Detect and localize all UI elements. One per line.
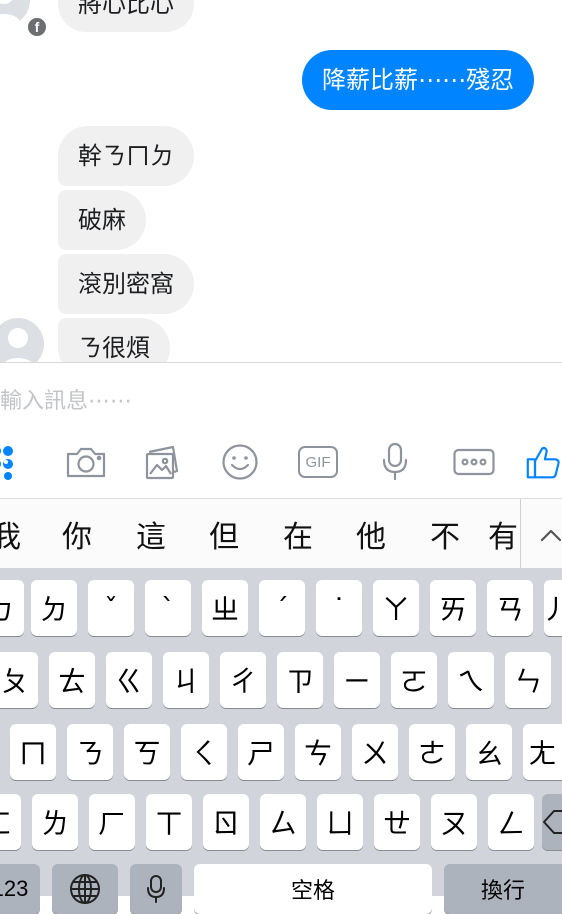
message-bubble-incoming[interactable]: 破麻 [58, 190, 146, 250]
key[interactable]: ㄢ [487, 580, 533, 636]
key[interactable]: ㄍ [106, 652, 152, 708]
key[interactable]: ㄐ [163, 652, 209, 708]
backspace-key[interactable] [542, 794, 562, 850]
key[interactable]: ㄧ [334, 652, 380, 708]
person-silhouette-icon [0, 318, 44, 362]
key[interactable]: ㄔ [220, 652, 266, 708]
key[interactable]: ㄘ [295, 724, 341, 780]
candidate-word[interactable]: 這 [125, 499, 177, 569]
key[interactable]: ㄎ [124, 724, 170, 780]
key[interactable]: ㄊ [49, 652, 95, 708]
globe-icon [70, 874, 100, 904]
numbers-key-label: 123 [0, 876, 29, 901]
candidate-word[interactable]: 你 [51, 499, 103, 569]
facebook-f-icon: f [26, 16, 48, 38]
message-bubble-incoming[interactable]: 幹ㄋㄇㄉ [58, 126, 194, 186]
return-key[interactable]: 換行 [444, 864, 562, 914]
key[interactable]: ㄤ [523, 724, 562, 780]
key[interactable]: ˊ [259, 580, 305, 636]
key[interactable]: ㄩ [317, 794, 363, 850]
candidate-word[interactable]: 有 [488, 499, 520, 569]
key[interactable]: ㄦ [544, 580, 562, 636]
key[interactable]: ㄗ [277, 652, 323, 708]
key[interactable]: ㄖ [203, 794, 249, 850]
contact-avatar[interactable] [0, 0, 30, 26]
candidate-divider [520, 499, 521, 569]
candidate-word[interactable]: 但 [198, 499, 250, 569]
contact-avatar[interactable] [0, 318, 44, 362]
key[interactable]: ㄇ [10, 724, 56, 780]
globe-key[interactable] [52, 864, 118, 914]
key[interactable]: ㄝ [374, 794, 420, 850]
like-icon[interactable] [526, 441, 562, 483]
key[interactable]: ㄥ [488, 794, 534, 850]
numbers-key[interactable]: 123 [0, 864, 40, 914]
key[interactable]: ㄒ [146, 794, 192, 850]
apps-icon[interactable] [0, 441, 26, 483]
key[interactable]: ㄕ [238, 724, 284, 780]
key[interactable]: ㄜ [409, 724, 455, 780]
key[interactable]: ㄣ [505, 652, 551, 708]
key[interactable]: ㄠ [466, 724, 512, 780]
key[interactable]: ㄞ [430, 580, 476, 636]
key[interactable]: ㄅ [0, 580, 24, 636]
candidate-bar: 我 你 這 但 在 他 不 有 [0, 498, 562, 569]
key[interactable]: ㄛ [391, 652, 437, 708]
key[interactable]: ㄋ [67, 724, 113, 780]
candidate-word[interactable]: 在 [272, 499, 324, 569]
dictation-key[interactable] [130, 864, 182, 914]
person-silhouette-icon [0, 0, 30, 26]
gif-label: GIF [298, 446, 338, 478]
key[interactable]: ㄈ [0, 794, 21, 850]
candidate-word[interactable]: 我 [0, 499, 32, 569]
emoji-icon[interactable] [220, 441, 260, 483]
key[interactable]: ㄚ [373, 580, 419, 636]
key[interactable]: ㄓ [202, 580, 248, 636]
microphone-icon[interactable] [378, 441, 412, 483]
gif-icon[interactable]: GIF [296, 441, 340, 483]
key[interactable]: ㄌ [32, 794, 78, 850]
key[interactable]: ㄡ [431, 794, 477, 850]
key[interactable]: ㄨ [352, 724, 398, 780]
gallery-icon[interactable] [142, 441, 184, 483]
key[interactable]: ㄉ [31, 580, 77, 636]
message-composer: GIF [0, 362, 562, 499]
key[interactable]: ㄏ [89, 794, 135, 850]
chat-thread: f 將心比心 降薪比薪⋯⋯殘忍 幹ㄋㄇㄉ 破麻 滾別密窩 ㄋ很煩 [0, 0, 562, 362]
backspace-icon [543, 810, 562, 834]
message-bubble-incoming[interactable]: 滾別密窩 [58, 254, 194, 314]
message-bubble-incoming[interactable]: ㄋ很煩 [58, 318, 170, 362]
message-input[interactable] [0, 383, 402, 419]
key[interactable]: ˇ [88, 580, 134, 636]
camera-icon[interactable] [64, 441, 108, 483]
key[interactable]: ㄙ [260, 794, 306, 850]
message-bubble-incoming[interactable]: 將心比心 [58, 0, 194, 32]
chevron-up-icon[interactable] [528, 519, 562, 549]
key[interactable]: ㄑ [181, 724, 227, 780]
key[interactable]: ㄟ [448, 652, 494, 708]
key[interactable]: ˋ [145, 580, 191, 636]
space-key[interactable]: 空格 [194, 864, 432, 914]
zhuyin-keyboard: ㄅ ㄉ ˇ ˋ ㄓ ˊ ˙ ㄚ ㄞ ㄢ ㄦ ㄆ ㄊ ㄍ ㄐ ㄔ ㄗ ㄧ ㄛ ㄟ … [0, 568, 562, 914]
microphone-icon [147, 875, 165, 903]
key[interactable]: ˙ [316, 580, 362, 636]
candidate-word[interactable]: 他 [345, 499, 397, 569]
candidate-word[interactable]: 不 [419, 499, 471, 569]
message-bubble-outgoing[interactable]: 降薪比薪⋯⋯殘忍 [302, 50, 534, 110]
key[interactable]: ㄆ [0, 652, 38, 708]
more-icon[interactable] [452, 441, 496, 483]
